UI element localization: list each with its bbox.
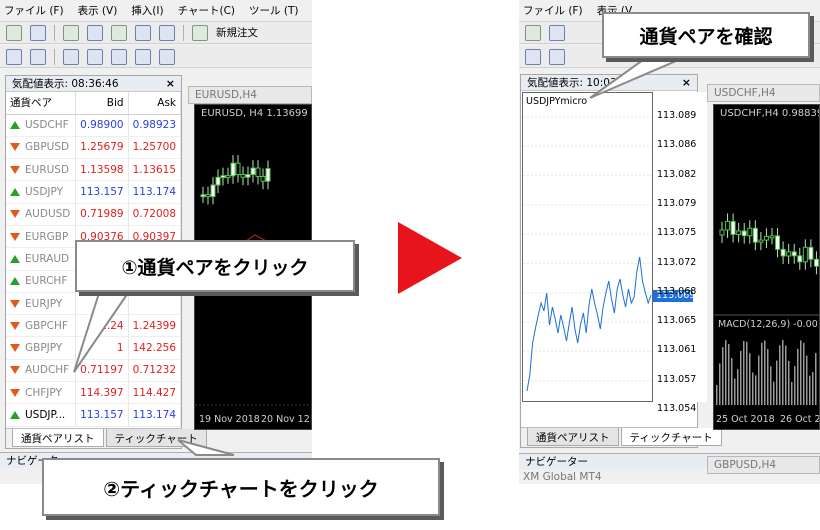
callout-confirm-text: 通貨ペアを確認 [639, 25, 773, 48]
callout-step1-text: ①通貨ペアをクリック [121, 256, 309, 279]
callout-step2: ②ティックチャートをクリック [42, 458, 440, 516]
callout-step2-text: ②ティックチャートをクリック [103, 476, 379, 501]
callout-pointer-confirm [589, 54, 691, 99]
callout-pointer-step1 [73, 289, 132, 373]
callout-confirm: 通貨ペアを確認 [602, 12, 810, 58]
callout-pointer-step2 [177, 439, 235, 456]
callout-step1: ①通貨ペアをクリック [75, 240, 355, 292]
